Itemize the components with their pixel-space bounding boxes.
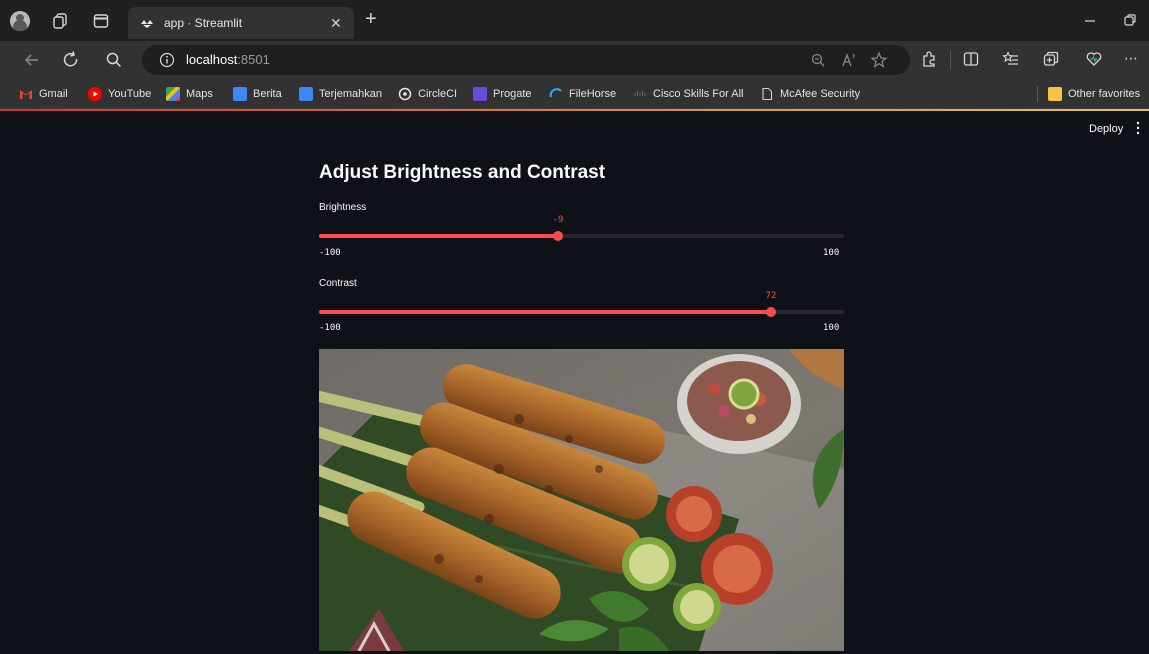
slider-thumb[interactable]: [553, 231, 563, 241]
bookmark-youtube[interactable]: YouTube: [88, 86, 151, 102]
slider-current-value: 72: [765, 291, 777, 301]
contrast-slider[interactable]: 72: [319, 291, 844, 317]
page-title: Adjust Brightness and Contrast: [319, 162, 606, 183]
gmail-icon: [19, 87, 33, 101]
bookmark-progate[interactable]: Progate: [473, 86, 532, 102]
bookmark-terjemahkan[interactable]: Terjemahkan: [299, 86, 382, 102]
favorite-star-icon[interactable]: [870, 51, 888, 69]
tab-close-icon[interactable]: ✕: [330, 15, 342, 32]
contrast-label: Contrast: [319, 278, 357, 289]
deploy-button[interactable]: Deploy: [1089, 123, 1123, 135]
refresh-icon[interactable]: [61, 50, 81, 70]
slider-thumb[interactable]: [766, 307, 776, 317]
bookmark-berita[interactable]: Berita: [233, 86, 282, 102]
bookmarks-divider: [1037, 86, 1038, 102]
url-text: localhost:8501: [186, 52, 270, 67]
favorites-list-icon[interactable]: [1002, 50, 1020, 68]
brightness-max-label: 100: [823, 248, 840, 258]
progate-icon: [473, 87, 487, 101]
main-menu-icon[interactable]: [1135, 121, 1141, 135]
split-screen-icon[interactable]: [962, 50, 980, 68]
read-aloud-icon[interactable]: [840, 51, 858, 69]
translate-icon: [299, 87, 313, 101]
adjusted-image: [319, 349, 844, 651]
new-tab-button[interactable]: +: [365, 9, 377, 29]
tab-actions-icon[interactable]: [92, 12, 110, 30]
bookmark-gmail[interactable]: Gmail: [19, 86, 68, 102]
brightness-slider[interactable]: -9: [319, 215, 844, 241]
slider-fill: [319, 234, 558, 238]
browser-toolbar: localhost:8501 ⋯: [0, 41, 1149, 79]
restore-icon[interactable]: [1122, 12, 1138, 28]
collections-icon[interactable]: [1042, 50, 1060, 68]
browser-titlebar: app · Streamlit ✕ +: [0, 0, 1149, 41]
news-icon: [233, 87, 247, 101]
filehorse-icon: [549, 87, 563, 101]
toolbar-divider: [950, 51, 951, 69]
streamlit-favicon-icon: [141, 20, 153, 28]
brightness-min-label: -100: [319, 248, 341, 258]
youtube-icon: [88, 87, 102, 101]
address-bar[interactable]: localhost:8501: [142, 45, 910, 75]
tab-streamlit-app[interactable]: app · Streamlit ✕: [128, 7, 354, 39]
more-menu-icon[interactable]: ⋯: [1124, 50, 1139, 67]
zoom-icon[interactable]: [809, 51, 827, 69]
page-icon: [760, 87, 774, 101]
site-info-icon[interactable]: [159, 52, 175, 68]
profile-avatar-icon[interactable]: [10, 11, 30, 31]
brightness-label: Brightness: [319, 202, 367, 213]
sate-food-photo: [319, 349, 844, 651]
folder-icon: [1048, 87, 1062, 101]
back-arrow-icon[interactable]: [22, 50, 42, 70]
bookmark-other-favorites[interactable]: Other favorites: [1048, 86, 1140, 102]
maps-icon: [166, 87, 180, 101]
bookmark-mcafee[interactable]: McAfee Security: [760, 86, 860, 102]
bookmark-circleci[interactable]: CircleCI: [398, 86, 457, 102]
contrast-min-label: -100: [319, 323, 341, 333]
bookmark-maps[interactable]: Maps: [166, 86, 213, 102]
browser-essentials-icon[interactable]: [1085, 50, 1103, 68]
bookmark-filehorse[interactable]: FileHorse: [549, 86, 616, 102]
workspaces-icon[interactable]: [52, 12, 70, 30]
slider-fill: [319, 310, 771, 314]
tab-title: app · Streamlit: [164, 16, 243, 30]
cisco-icon: [633, 87, 647, 101]
slider-current-value: -9: [552, 215, 564, 225]
extensions-icon[interactable]: [920, 50, 938, 68]
minimize-icon[interactable]: [1082, 12, 1098, 28]
bookmarks-bar: Gmail YouTube Maps Berita Terjemahkan Ci…: [0, 79, 1149, 109]
search-icon[interactable]: [104, 50, 124, 70]
bookmark-cisco[interactable]: Cisco Skills For All: [633, 86, 743, 102]
contrast-max-label: 100: [823, 323, 840, 333]
circleci-icon: [398, 87, 412, 101]
